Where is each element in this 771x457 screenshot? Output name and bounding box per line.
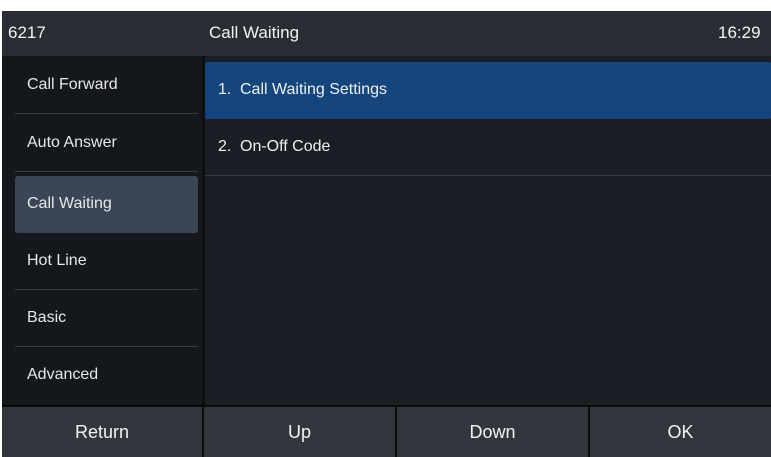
extension-number: 6217 xyxy=(8,23,46,42)
sidebar-item-hot-line[interactable]: Hot Line xyxy=(15,233,198,290)
ok-button[interactable]: OK xyxy=(590,407,771,457)
sidebar-item-advanced[interactable]: Advanced xyxy=(15,347,198,404)
menu-item-label: Call Waiting Settings xyxy=(240,81,388,98)
sidebar-item-auto-answer[interactable]: Auto Answer xyxy=(15,115,198,172)
sidebar-item-call-forward[interactable]: Call Forward xyxy=(15,57,198,114)
menu-item-index: 1. xyxy=(218,81,232,98)
clock: 16:29 xyxy=(718,23,761,42)
menu-item-index: 2. xyxy=(218,138,232,155)
sidebar-item-basic[interactable]: Basic xyxy=(15,290,198,347)
sidebar: Call Forward Auto Answer Call Waiting Ho… xyxy=(2,56,202,405)
return-button[interactable]: Return xyxy=(2,407,202,457)
status-bar: 6217 Call Waiting 16:29 xyxy=(2,11,771,56)
menu-item-label: On-Off Code xyxy=(240,138,331,155)
sidebar-item-call-waiting[interactable]: Call Waiting xyxy=(15,176,198,233)
menu-item-call-waiting-settings[interactable]: 1. Call Waiting Settings xyxy=(205,62,771,119)
sidebar-item-label: Call Forward xyxy=(27,76,118,93)
menu-list: 1. Call Waiting Settings 2. On-Off Code xyxy=(205,56,771,405)
sidebar-item-label: Call Waiting xyxy=(27,195,112,212)
sidebar-item-label: Auto Answer xyxy=(27,134,117,151)
sidebar-item-label: Hot Line xyxy=(27,252,87,269)
sidebar-item-label: Basic xyxy=(27,309,67,326)
softkey-bar: Return Up Down OK xyxy=(2,405,771,457)
page-title: Call Waiting xyxy=(209,23,300,42)
phone-screen: 6217 Call Waiting 16:29 Call Forward Aut… xyxy=(2,11,771,457)
down-button[interactable]: Down xyxy=(397,407,588,457)
sidebar-item-label: Advanced xyxy=(27,366,99,383)
up-button[interactable]: Up xyxy=(204,407,395,457)
menu-item-on-off-code[interactable]: 2. On-Off Code xyxy=(205,119,771,176)
